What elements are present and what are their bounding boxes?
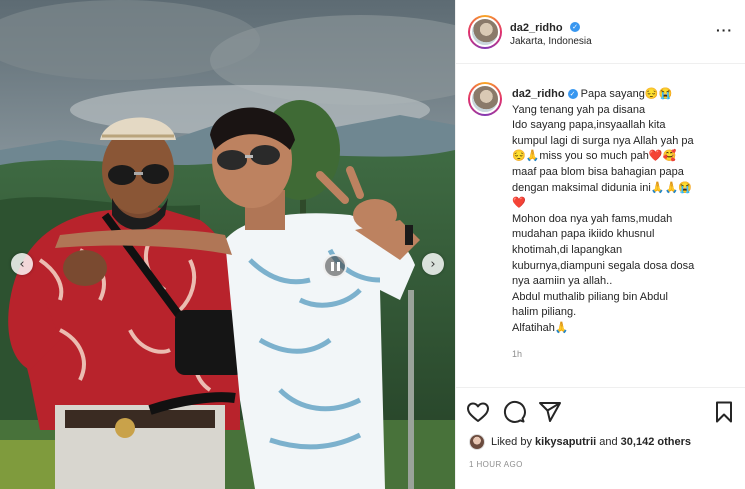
- caption-verified-badge-icon: ✓: [567, 89, 578, 100]
- post-location[interactable]: Jakarta, Indonesia: [510, 36, 592, 47]
- post-photo: [0, 0, 455, 489]
- caption-line: mudahan papa ikiido khusnul: [512, 228, 655, 241]
- caption-timestamp[interactable]: 1h: [512, 349, 522, 359]
- post-media[interactable]: ‹ ›: [0, 0, 455, 489]
- caption-line: kuburnya,diampuni segala dosa dosa: [512, 259, 695, 272]
- caption-line: nya aamiin ya allah..: [512, 275, 613, 288]
- caption-line: halim piliang.: [512, 306, 577, 319]
- chevron-right-icon: ›: [430, 256, 436, 272]
- post-header: da2_ridho ✓ Jakarta, Indonesia ···: [456, 0, 745, 64]
- caption-line: khotimah,di lapangkan: [512, 243, 623, 256]
- caption-line: kumpul lagi di surga nya Allah yah pa: [512, 134, 694, 147]
- caption-line: ❤️: [512, 197, 526, 210]
- caption-line: maaf paa blom bisa bahagian papa: [512, 165, 684, 178]
- caption-username[interactable]: da2_ridho: [512, 88, 565, 100]
- caption-line: Abdul muthalib piliang bin Abdul: [512, 290, 668, 303]
- liked-by-user[interactable]: kikysaputrii: [535, 436, 596, 448]
- caption-line: 😔🙏miss you so much pah❤️🥰: [512, 150, 677, 163]
- likes-count[interactable]: 30,142 others: [621, 436, 691, 448]
- post-side-panel: da2_ridho ✓ Jakarta, Indonesia ··· da2_r…: [455, 0, 745, 489]
- caption-line: Alfatihah🙏: [512, 321, 569, 334]
- likes-summary: Liked by kikysaputrii and 30,142 others: [469, 434, 691, 450]
- post-caption: da2_ridho ✓ Papa sayang😔😭 Yang tenang yah…: [456, 64, 745, 382]
- pause-icon[interactable]: [323, 254, 347, 278]
- more-options-icon[interactable]: ···: [716, 22, 733, 38]
- caption-avatar[interactable]: [468, 82, 502, 116]
- caption-line: Papa sayang😔😭: [580, 88, 673, 100]
- chevron-left-icon: ‹: [19, 256, 25, 272]
- caption-text: da2_ridho ✓ Papa sayang😔😭 Yang tenang yah…: [512, 87, 738, 337]
- previous-media-button[interactable]: ‹: [11, 253, 33, 275]
- next-media-button[interactable]: ›: [422, 253, 444, 275]
- post-username[interactable]: da2_ridho: [510, 22, 563, 34]
- avatar[interactable]: [468, 15, 502, 49]
- liker-avatar[interactable]: [469, 434, 485, 450]
- verified-badge-icon: ✓: [570, 21, 581, 32]
- comment-icon[interactable]: [502, 400, 526, 424]
- bookmark-icon[interactable]: [712, 400, 736, 424]
- caption-line: Mohon doa nya yah fams,mudah: [512, 212, 673, 225]
- share-icon[interactable]: [538, 400, 562, 424]
- caption-line: Yang tenang yah pa disana: [512, 103, 646, 116]
- caption-line: Ido sayang papa,insyaallah kita: [512, 119, 666, 132]
- post-actions: Liked by kikysaputrii and 30,142 others …: [456, 387, 745, 489]
- heart-icon[interactable]: [466, 400, 490, 424]
- caption-line: dengan maksimal didunia ini🙏🙏😭: [512, 181, 692, 194]
- post-timestamp[interactable]: 1 HOUR AGO: [469, 460, 523, 469]
